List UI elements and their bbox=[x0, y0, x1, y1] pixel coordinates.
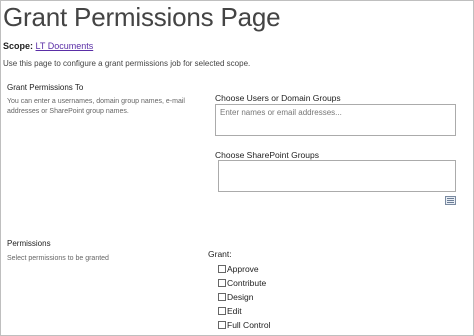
scope-label: Scope: bbox=[3, 41, 34, 51]
design-checkbox[interactable] bbox=[218, 293, 226, 301]
edit-checkbox[interactable] bbox=[218, 307, 226, 315]
grant-to-description: You can enter a usernames, domain group … bbox=[7, 98, 185, 115]
permission-contribute[interactable]: Contribute bbox=[218, 276, 270, 290]
page-title: Grant Permissions Page bbox=[3, 2, 281, 32]
sp-groups-input[interactable] bbox=[218, 160, 456, 192]
permission-full-control[interactable]: Full Control bbox=[218, 318, 270, 332]
permission-label: Full Control bbox=[227, 320, 271, 330]
scope-row: Scope: LT Documents bbox=[3, 41, 93, 51]
permission-edit[interactable]: Edit bbox=[218, 304, 270, 318]
permission-label: Contribute bbox=[227, 278, 267, 288]
permission-label: Design bbox=[227, 292, 254, 302]
permission-approve[interactable]: Approve bbox=[218, 262, 270, 276]
permission-label: Edit bbox=[227, 306, 242, 316]
permission-list: Approve Contribute Design Edit Full Cont… bbox=[218, 262, 270, 332]
grant-label: Grant: bbox=[208, 249, 232, 259]
page-intro: Use this page to configure a grant permi… bbox=[3, 59, 251, 68]
approve-checkbox[interactable] bbox=[218, 265, 226, 273]
users-input[interactable] bbox=[215, 104, 456, 136]
scope-link[interactable]: LT Documents bbox=[36, 41, 94, 51]
permissions-heading: Permissions bbox=[7, 239, 51, 248]
contribute-checkbox[interactable] bbox=[218, 279, 226, 287]
full-control-checkbox[interactable] bbox=[218, 321, 226, 329]
users-field-label: Choose Users or Domain Groups bbox=[215, 93, 341, 103]
sp-groups-field-label: Choose SharePoint Groups bbox=[215, 150, 319, 160]
page-frame: Grant Permissions Page Scope: LT Documen… bbox=[0, 0, 474, 336]
permission-design[interactable]: Design bbox=[218, 290, 270, 304]
permissions-description: Select permissions to be granted bbox=[7, 255, 109, 262]
browse-icon[interactable] bbox=[445, 196, 456, 205]
permission-label: Approve bbox=[227, 264, 259, 274]
grant-to-heading: Grant Permissions To bbox=[7, 83, 84, 92]
